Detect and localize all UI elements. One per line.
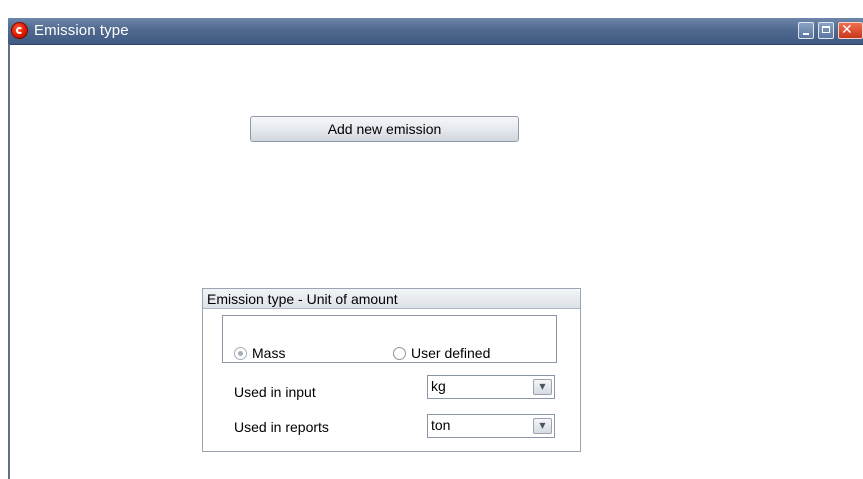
window-title: Emission type bbox=[34, 22, 129, 39]
user-defined-radio[interactable]: User defined bbox=[393, 344, 490, 362]
used-in-reports-label: Used in reports bbox=[234, 419, 329, 435]
unit-of-amount-panel: Emission type - Unit of amount Mass User… bbox=[202, 288, 581, 452]
used-in-reports-select[interactable]: ton ▼ bbox=[427, 414, 555, 438]
window-border bbox=[8, 44, 10, 479]
radio-unselected-icon[interactable] bbox=[393, 346, 406, 360]
chevron-down-icon[interactable]: ▼ bbox=[533, 418, 552, 434]
title-bar[interactable]: Emission type bbox=[8, 18, 863, 45]
maximize-button[interactable] bbox=[818, 22, 834, 39]
add-new-emission-button[interactable]: Add new emission bbox=[250, 116, 519, 142]
radio-selected-icon[interactable] bbox=[234, 346, 247, 360]
app-icon bbox=[11, 22, 28, 39]
panel-header: Emission type - Unit of amount bbox=[203, 289, 580, 309]
minimize-button[interactable] bbox=[798, 22, 814, 39]
used-in-input-value: kg bbox=[431, 378, 446, 394]
user-defined-radio-label: User defined bbox=[411, 345, 491, 361]
used-in-input-select[interactable]: kg ▼ bbox=[427, 375, 555, 399]
mass-radio[interactable]: Mass bbox=[234, 344, 285, 362]
close-button[interactable] bbox=[838, 22, 863, 39]
used-in-input-label: Used in input bbox=[234, 384, 316, 400]
mass-radio-label: Mass bbox=[252, 345, 286, 361]
emission-type-window: Emission type Add new emission Emission … bbox=[0, 0, 863, 479]
chevron-down-icon[interactable]: ▼ bbox=[533, 379, 552, 395]
used-in-reports-value: ton bbox=[431, 417, 451, 433]
